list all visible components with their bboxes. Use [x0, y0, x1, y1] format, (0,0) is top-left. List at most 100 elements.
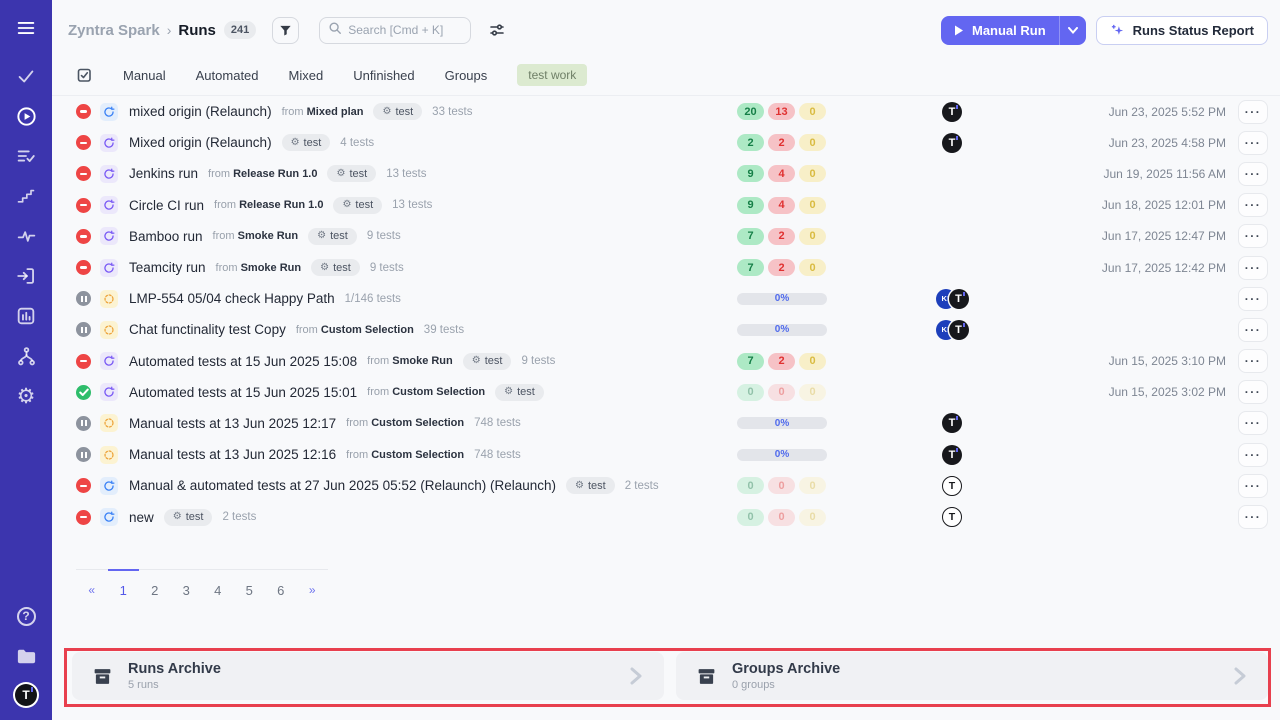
search-box[interactable]: [319, 17, 471, 44]
help-button[interactable]: ?: [14, 604, 38, 628]
user-avatar[interactable]: T: [15, 684, 37, 706]
passed-count-pill: 9: [737, 165, 764, 182]
row-menu-button[interactable]: ···: [1238, 349, 1268, 373]
run-row[interactable]: Automated tests at 15 Jun 2025 15:08 fro…: [52, 346, 1280, 377]
run-tag-badge[interactable]: ⚙test: [566, 477, 615, 494]
page-prev[interactable]: «: [76, 569, 108, 598]
run-name[interactable]: Automated tests at 15 Jun 2025 15:01: [129, 385, 357, 400]
run-tag-badge[interactable]: ⚙test: [333, 197, 382, 214]
run-row[interactable]: Bamboo run from Smoke Run⚙test9 tests 7 …: [52, 221, 1280, 252]
row-menu-button[interactable]: ···: [1238, 162, 1268, 186]
menu-icon[interactable]: [14, 16, 38, 40]
sidebar-item-workflow[interactable]: [14, 344, 38, 368]
assignee-avatar[interactable]: T: [942, 102, 962, 122]
projects-button[interactable]: [14, 644, 38, 668]
sidebar-item-reports[interactable]: [14, 304, 38, 328]
filter-button[interactable]: [272, 17, 299, 44]
row-menu-button[interactable]: ···: [1238, 380, 1268, 404]
run-row[interactable]: Jenkins run from Release Run 1.0⚙test13 …: [52, 158, 1280, 189]
row-menu-button[interactable]: ···: [1238, 131, 1268, 155]
row-menu-button[interactable]: ···: [1238, 411, 1268, 435]
run-name[interactable]: Manual tests at 13 Jun 2025 12:16: [129, 447, 336, 462]
manual-run-button[interactable]: Manual Run: [941, 16, 1086, 45]
run-tag-badge[interactable]: ⚙test: [463, 353, 512, 370]
run-name[interactable]: Automated tests at 15 Jun 2025 15:08: [129, 354, 357, 369]
run-name[interactable]: Teamcity run: [129, 260, 206, 275]
runs-archive-card[interactable]: Runs Archive 5 runs: [72, 652, 664, 700]
run-name[interactable]: LMP-554 05/04 check Happy Path: [129, 291, 335, 306]
view-settings-button[interactable]: [483, 17, 510, 44]
run-tag-badge[interactable]: ⚙test: [495, 384, 544, 401]
run-tag-badge[interactable]: ⚙test: [308, 228, 357, 245]
run-tag-badge[interactable]: ⚙test: [282, 134, 331, 151]
sidebar-item-milestones[interactable]: [14, 184, 38, 208]
row-menu-button[interactable]: ···: [1238, 443, 1268, 467]
run-row[interactable]: Circle CI run from Release Run 1.0⚙test1…: [52, 190, 1280, 221]
row-menu-button[interactable]: ···: [1238, 287, 1268, 311]
tab-manual[interactable]: Manual: [123, 68, 166, 83]
assignee-avatar[interactable]: T: [942, 445, 962, 465]
tab-mixed[interactable]: Mixed: [289, 68, 324, 83]
run-name[interactable]: Bamboo run: [129, 229, 203, 244]
page-4[interactable]: 4: [202, 569, 234, 598]
row-menu-button[interactable]: ···: [1238, 224, 1268, 248]
page-next[interactable]: »: [297, 569, 329, 598]
breadcrumb-project[interactable]: Zyntra Spark: [68, 22, 160, 39]
run-tag-badge[interactable]: ⚙test: [311, 259, 360, 276]
row-menu-button[interactable]: ···: [1238, 318, 1268, 342]
search-input[interactable]: [348, 23, 462, 37]
row-menu-button[interactable]: ···: [1238, 474, 1268, 498]
sidebar-item-settings[interactable]: ⚙: [14, 384, 38, 408]
sidebar-item-shared-steps[interactable]: [14, 144, 38, 168]
assignee-avatar[interactable]: T: [942, 476, 962, 496]
assignee-avatar[interactable]: T: [942, 507, 962, 527]
run-name[interactable]: Manual & automated tests at 27 Jun 2025 …: [129, 478, 556, 493]
row-menu-button[interactable]: ···: [1238, 505, 1268, 529]
run-row[interactable]: Automated tests at 15 Jun 2025 15:01 fro…: [52, 377, 1280, 408]
row-menu-button[interactable]: ···: [1238, 100, 1268, 124]
pagination: «123456»: [76, 569, 328, 598]
page-1[interactable]: 1: [108, 569, 140, 598]
assignee-avatar[interactable]: T: [949, 289, 969, 309]
run-row[interactable]: Manual tests at 13 Jun 2025 12:17 from C…: [52, 408, 1280, 439]
sidebar-item-test-plans[interactable]: [14, 264, 38, 288]
run-row[interactable]: new ⚙test2 tests 0 0 0 T ···: [52, 501, 1280, 532]
run-row[interactable]: LMP-554 05/04 check Happy Path 1/146 tes…: [52, 283, 1280, 314]
manual-run-dropdown[interactable]: [1059, 16, 1086, 45]
run-tag-badge[interactable]: ⚙test: [327, 165, 376, 182]
run-name[interactable]: Circle CI run: [129, 198, 204, 213]
run-name[interactable]: new: [129, 510, 154, 525]
run-row[interactable]: Manual & automated tests at 27 Jun 2025 …: [52, 470, 1280, 501]
sidebar-item-test-cases[interactable]: [14, 64, 38, 88]
page-2[interactable]: 2: [139, 569, 171, 598]
tab-groups[interactable]: Groups: [445, 68, 488, 83]
page-3[interactable]: 3: [171, 569, 203, 598]
page-5[interactable]: 5: [234, 569, 266, 598]
run-row[interactable]: Chat functinality test Copy from Custom …: [52, 314, 1280, 345]
assignee-avatar[interactable]: T: [942, 413, 962, 433]
tab-automated[interactable]: Automated: [196, 68, 259, 83]
row-menu-button[interactable]: ···: [1238, 256, 1268, 280]
run-tag-badge[interactable]: ⚙test: [373, 103, 422, 120]
tab-unfinished[interactable]: Unfinished: [353, 68, 414, 83]
run-row[interactable]: Teamcity run from Smoke Run⚙test9 tests …: [52, 252, 1280, 283]
run-name[interactable]: Jenkins run: [129, 166, 198, 181]
row-menu-button[interactable]: ···: [1238, 193, 1268, 217]
groups-archive-card[interactable]: Groups Archive 0 groups: [676, 652, 1268, 700]
page-6[interactable]: 6: [265, 569, 297, 598]
run-name[interactable]: mixed origin (Relaunch): [129, 104, 272, 119]
select-all-icon[interactable]: [76, 67, 93, 84]
run-name[interactable]: Mixed origin (Relaunch): [129, 135, 272, 150]
environment-badge[interactable]: test work: [517, 64, 587, 86]
run-tag-badge[interactable]: ⚙test: [164, 509, 213, 526]
assignee-avatar[interactable]: T: [942, 133, 962, 153]
run-name[interactable]: Manual tests at 13 Jun 2025 12:17: [129, 416, 336, 431]
run-row[interactable]: Mixed origin (Relaunch) ⚙test4 tests 2 2…: [52, 127, 1280, 158]
run-row[interactable]: mixed origin (Relaunch) from Mixed plan⚙…: [52, 96, 1280, 127]
sidebar-item-test-runs[interactable]: [14, 104, 38, 128]
runs-status-report-button[interactable]: Runs Status Report: [1096, 16, 1268, 45]
run-row[interactable]: Manual tests at 13 Jun 2025 12:16 from C…: [52, 439, 1280, 470]
assignee-avatar[interactable]: T: [949, 320, 969, 340]
run-name[interactable]: Chat functinality test Copy: [129, 322, 286, 337]
sidebar-item-activity[interactable]: [14, 224, 38, 248]
